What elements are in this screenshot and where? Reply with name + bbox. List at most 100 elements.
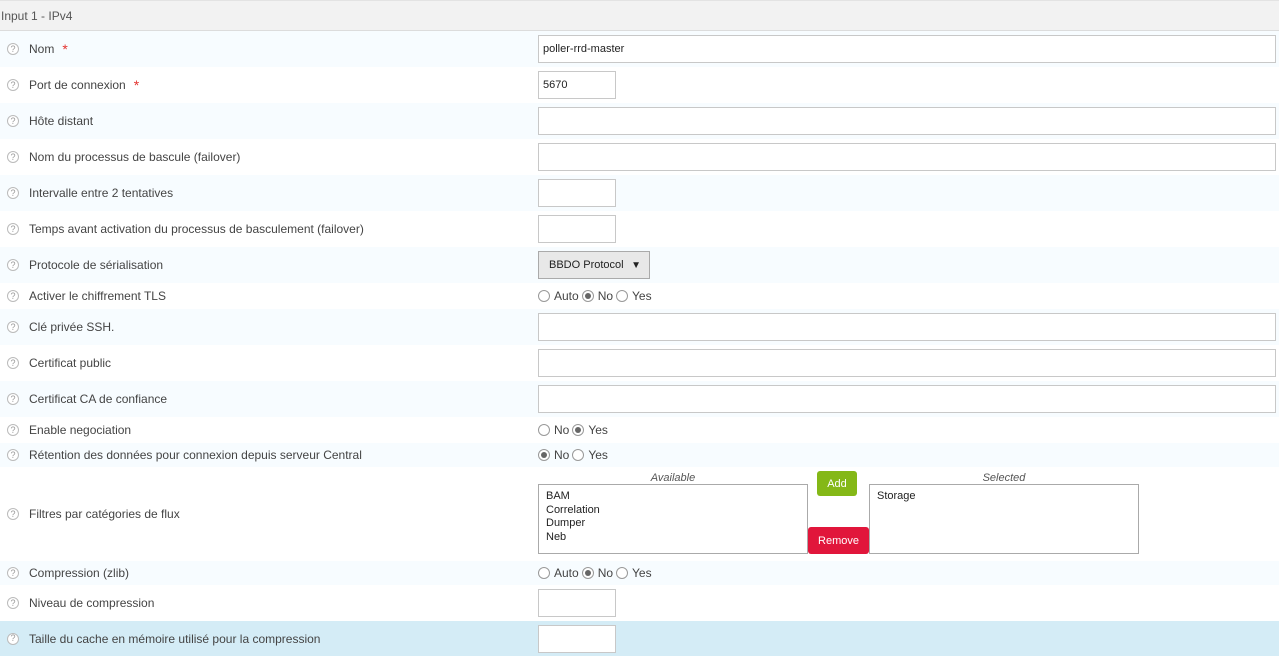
retention-radio-yes[interactable] (572, 449, 585, 461)
field-label: Nom du processus de bascule (failover) (29, 150, 241, 164)
field-label: Taille du cache en mémoire utilisé pour … (29, 631, 321, 646)
help-icon[interactable]: ? (7, 187, 19, 199)
negotiation-radio-no[interactable] (538, 424, 550, 436)
retention-radio-group: No Yes (538, 448, 611, 462)
tls-radio-yes[interactable] (616, 290, 629, 302)
cert-ca-input[interactable] (538, 385, 1276, 413)
row-retry: ? Intervalle entre 2 tentatives (0, 175, 1279, 211)
row-compression-level: ? Niveau de compression (0, 585, 1279, 621)
port-input[interactable] (538, 71, 616, 99)
row-compression: ? Compression (zlib) Auto No Yes (0, 561, 1279, 585)
row-hote: ? Hôte distant (0, 103, 1279, 139)
nom-input[interactable] (538, 35, 1276, 63)
field-label: Port de connexion (29, 78, 126, 92)
radio-label: No (597, 289, 614, 303)
caret-down-icon: ▼ (631, 259, 641, 271)
radio-label: Yes (588, 423, 608, 437)
radio-label: No (597, 566, 614, 580)
help-icon[interactable]: ? (7, 290, 19, 302)
tls-radio-auto[interactable] (538, 290, 550, 302)
row-negotiation: ? Enable negociation No Yes (0, 417, 1279, 443)
hote-input[interactable] (538, 107, 1276, 135)
row-port: ? Port de connexion * (0, 67, 1279, 103)
compression-radio-no[interactable] (581, 567, 594, 579)
selected-list-wrap: Selected Storage (869, 472, 1139, 554)
help-icon[interactable]: ? (7, 567, 19, 579)
tls-radio-no[interactable] (581, 290, 594, 302)
row-filters: ? Filtres par catégories de flux Availab… (0, 467, 1279, 561)
compression-radio-yes[interactable] (616, 567, 629, 579)
add-button[interactable]: Add (817, 471, 857, 496)
list-item[interactable]: Storage (877, 490, 1131, 504)
help-icon[interactable]: ? (7, 597, 19, 609)
buffering-input[interactable] (538, 215, 616, 243)
row-protocol: ? Protocole de sérialisation BBDO Protoc… (0, 247, 1279, 283)
remove-button[interactable]: Remove (808, 527, 869, 554)
list-item[interactable]: Correlation (546, 504, 800, 518)
failover-input[interactable] (538, 143, 1276, 171)
retry-input[interactable] (538, 179, 616, 207)
protocol-select[interactable]: BBDO Protocol ▼ (538, 251, 650, 279)
radio-label: Yes (632, 289, 652, 303)
radio-label: Auto (554, 289, 579, 303)
help-icon[interactable]: ? (7, 151, 19, 163)
radio-label: Auto (554, 566, 579, 580)
cert-public-input[interactable] (538, 349, 1276, 377)
help-icon[interactable]: ? (7, 259, 19, 271)
radio-label: No (554, 423, 570, 437)
radio-label: No (554, 448, 570, 462)
help-icon[interactable]: ? (7, 43, 19, 55)
radio-label: Yes (588, 448, 608, 462)
ssh-key-input[interactable] (538, 313, 1276, 341)
row-compression-buffer: ? Taille du cache en mémoire utilisé pou… (0, 621, 1279, 656)
field-label: Certificat public (29, 356, 112, 370)
list-item[interactable]: Dumper (546, 517, 800, 531)
radio-label: Yes (632, 566, 652, 580)
section-header: Input 1 - IPv4 (0, 0, 1279, 31)
tls-radio-group: Auto No Yes (538, 289, 655, 303)
selected-caption: Selected (982, 472, 1026, 484)
field-label: Hôte distant (29, 114, 94, 128)
field-label: Intervalle entre 2 tentatives (29, 186, 174, 200)
negotiation-radio-yes[interactable] (572, 424, 585, 436)
field-label: Filtres par catégories de flux (29, 507, 180, 521)
field-label: Certificat CA de confiance (29, 392, 168, 406)
section-title: Input 1 - IPv4 (1, 8, 73, 23)
help-icon[interactable]: ? (7, 79, 19, 91)
field-label: Protocole de sérialisation (29, 258, 164, 272)
field-label: Activer le chiffrement TLS (29, 289, 166, 303)
protocol-select-value: BBDO Protocol (549, 259, 624, 271)
help-icon[interactable]: ? (7, 632, 19, 645)
available-caption: Available (650, 472, 696, 484)
list-item[interactable]: Neb (546, 531, 800, 545)
row-failover: ? Nom du processus de bascule (failover) (0, 139, 1279, 175)
compression-level-input[interactable] (538, 589, 616, 617)
list-item[interactable]: BAM (546, 490, 800, 504)
field-label: Temps avant activation du processus de b… (29, 222, 364, 236)
selected-listbox[interactable]: Storage (869, 484, 1139, 554)
field-label: Niveau de compression (29, 596, 155, 610)
field-label: Compression (zlib) (29, 566, 130, 580)
help-icon[interactable]: ? (7, 393, 19, 405)
field-label: Rétention des données pour connexion dep… (29, 448, 362, 462)
help-icon[interactable]: ? (7, 424, 19, 436)
help-icon[interactable]: ? (7, 115, 19, 127)
field-label: Clé privée SSH. (29, 320, 115, 334)
help-icon[interactable]: ? (7, 321, 19, 333)
available-listbox[interactable]: BAM Correlation Dumper Neb (538, 484, 808, 554)
help-icon[interactable]: ? (7, 223, 19, 235)
row-retention: ? Rétention des données pour connexion d… (0, 443, 1279, 467)
row-ssh-key: ? Clé privée SSH. (0, 309, 1279, 345)
help-icon[interactable]: ? (7, 357, 19, 369)
retention-radio-no[interactable] (538, 449, 550, 461)
row-buffering: ? Temps avant activation du processus de… (0, 211, 1279, 247)
field-label: Nom (29, 42, 55, 56)
compression-radio-group: Auto No Yes (538, 566, 655, 580)
compression-radio-auto[interactable] (538, 567, 550, 579)
row-cert-ca: ? Certificat CA de confiance (0, 381, 1279, 417)
help-icon[interactable]: ? (7, 449, 19, 461)
required-marker: * (62, 41, 68, 57)
row-nom: ? Nom * (0, 31, 1279, 67)
help-icon[interactable]: ? (7, 508, 19, 520)
compression-buffer-input[interactable] (538, 624, 616, 653)
